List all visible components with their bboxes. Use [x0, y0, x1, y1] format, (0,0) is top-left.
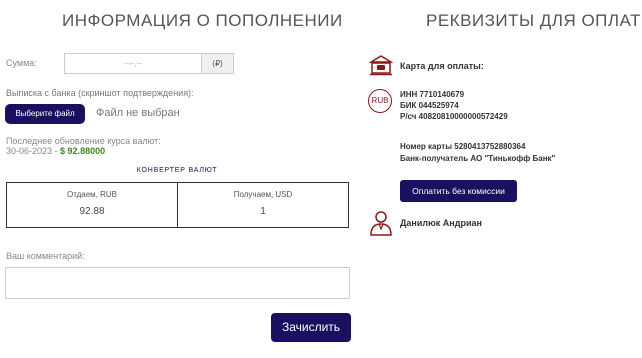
- converter-get-cell: Получаем, USD 1: [177, 183, 348, 227]
- account-line: Р/сч 40820810000000572429: [400, 112, 508, 121]
- rate-update-line: 30-06-2023 - $ 92.88000: [6, 146, 105, 156]
- get-label: Получаем, USD: [233, 190, 293, 199]
- converter-give-cell: Отдаем, RUB 92.88: [7, 183, 177, 227]
- pay-no-fee-button[interactable]: Оплатить без комиссии: [400, 180, 517, 202]
- file-status: Файл не выбран: [96, 107, 180, 119]
- rate-update-label: Последнее обновление курса валют:: [6, 136, 161, 146]
- rate-value: $ 92.88000: [60, 146, 106, 156]
- card-label: Карта для оплаты:: [400, 61, 484, 71]
- recipient-bank: Банк-получатель АО "Тинькофф Банк": [400, 154, 556, 163]
- comment-field[interactable]: [5, 267, 350, 299]
- bank-icon: [369, 55, 393, 76]
- recipient-name: Данилюк Андриан: [400, 218, 482, 228]
- comment-label: Ваш комментарий:: [6, 251, 85, 261]
- payment-details-title: РЕКВИЗИТЫ ДЛЯ ОПЛАТЫ: [426, 11, 642, 30]
- inn-line: ИНН 7710140679: [400, 90, 465, 99]
- person-icon: [370, 211, 392, 236]
- topup-info-title: ИНФОРМАЦИЯ О ПОПОЛНЕНИИ: [62, 11, 343, 30]
- bik-line: БИК 044525974: [400, 101, 459, 110]
- sum-input[interactable]: ----,--: [64, 53, 201, 74]
- rate-date: 30-06-2023 -: [6, 146, 61, 156]
- give-value[interactable]: 92.88: [7, 206, 177, 217]
- get-value[interactable]: 1: [178, 206, 348, 217]
- rub-icon: RUB: [368, 89, 392, 113]
- submit-button[interactable]: Зачислить: [271, 313, 351, 342]
- converter-title: КОНВЕРТЕР ВАЛЮТ: [136, 167, 218, 174]
- upload-label: Выписка с банка (скриншот подтверждения)…: [6, 88, 194, 98]
- card-number: Номер карты 5280413752880364: [400, 142, 526, 151]
- choose-file-button[interactable]: Выберите файл: [5, 104, 85, 124]
- converter-table: Отдаем, RUB 92.88 Получаем, USD 1: [6, 182, 349, 228]
- currency-addon: (₽): [201, 53, 234, 74]
- give-label: Отдаем, RUB: [66, 190, 118, 199]
- sum-label: Сумма:: [6, 58, 37, 68]
